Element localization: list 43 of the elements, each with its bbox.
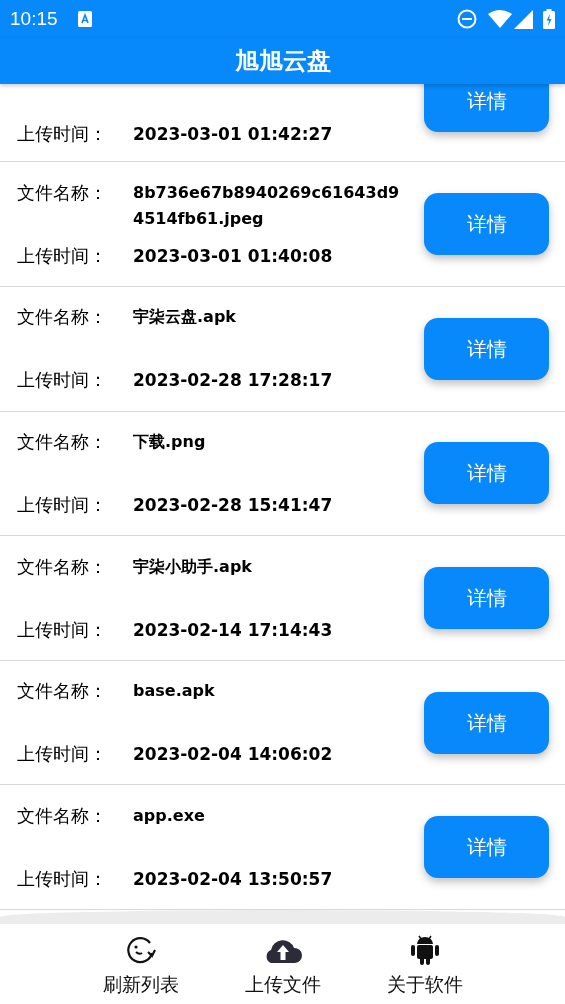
wifi-icon [488,10,512,28]
file-name: 宇柒云盘.apk [133,306,237,329]
details-button[interactable]: 详情 [424,816,549,879]
nav-item[interactable]: 关于软件 [380,932,469,999]
file-name-label: 文件名称： [17,180,108,205]
upload-time: 2023-03-01 01:40:08 [133,244,333,268]
file-name: 8b736e67b8940269c61643d94514fb61.jpeg [133,181,401,230]
app-title: 旭旭云盘 [234,46,331,77]
signal-icon [514,9,533,29]
upload-time: 2023-02-28 15:41:47 [133,493,333,517]
upload-time-label: 上传时间： [17,866,108,891]
upload-time: 2023-03-01 01:42:27 [133,122,333,146]
file-name: 下载.png [133,430,207,453]
upload-time-label: 上传时间： [17,368,108,393]
upload-time-label: 上传时间： [17,243,108,268]
details-button[interactable]: 详情 [424,442,549,505]
details-button[interactable]: 详情 [424,317,549,380]
file-name: app.exe [133,804,206,827]
details-button[interactable]: 详情 [424,691,549,754]
status-time: 10:15 [10,6,58,31]
details-button[interactable]: 详情 [424,193,549,256]
file-name: 宇柒小助手.apk [133,555,253,578]
android-icon [408,933,441,967]
file-name-label: 文件名称： [17,305,108,330]
file-name-label: 文件名称： [17,554,108,579]
upload-time: 2023-02-14 17:14:43 [133,618,333,642]
file-name-label: 文件名称： [17,429,108,454]
upload-time: 2023-02-28 17:28:17 [133,369,333,393]
battery-icon [543,9,555,29]
upload-time: 2023-02-04 14:06:02 [133,743,333,767]
upload-time: 2023-02-04 13:50:57 [133,867,333,891]
upload-time-label: 上传时间： [17,617,108,642]
nav-item[interactable]: 上传文件 [238,932,327,999]
file-name-label: 文件名称： [17,679,108,704]
nav-item[interactable]: 刷新列表 [96,932,185,999]
upload-time-label: 上传时间： [17,742,108,767]
file-name-label: 文件名称： [17,803,108,828]
upload-time-label: 上传时间： [17,121,108,146]
file-name: base.apk [133,680,216,703]
do-not-disturb-icon [457,9,477,29]
details-button[interactable]: 详情 [424,84,549,132]
details-button[interactable]: 详情 [424,567,549,629]
upload-time-label: 上传时间： [17,492,108,517]
